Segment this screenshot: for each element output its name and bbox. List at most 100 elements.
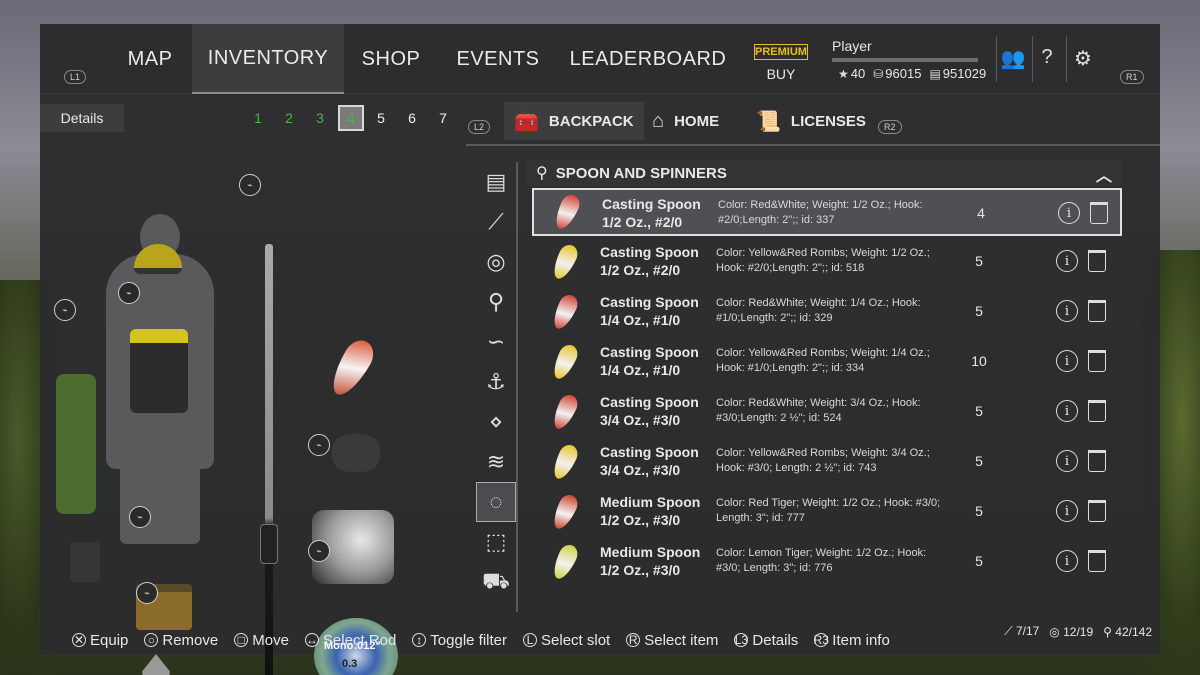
fishing-rod-item[interactable]: [265, 244, 273, 675]
rod-slot-3[interactable]: 3: [309, 106, 331, 130]
info-icon[interactable]: i: [1058, 202, 1080, 224]
hint-remove: ○ Remove: [144, 632, 218, 649]
item-description: Color: Yellow&Red Rombs; Weight: 1/2 Oz.…: [716, 247, 930, 274]
details-tab[interactable]: Details: [40, 104, 124, 132]
jacket-item[interactable]: [130, 329, 188, 413]
list-item[interactable]: Casting Spoon 1/2 Oz., #2/0 Color: Yellow…: [532, 238, 1122, 286]
hooks-category-icon[interactable]: ⚲: [476, 282, 516, 322]
lures-category-icon[interactable]: ⋄: [476, 402, 516, 442]
item-quantity: 10: [971, 353, 987, 369]
list-item[interactable]: Casting Spoon 1/4 Oz., #1/0 Color: Red&Wh…: [532, 288, 1122, 336]
soft-bait-category-icon[interactable]: ≋: [476, 442, 516, 482]
info-icon[interactable]: i: [1056, 450, 1078, 472]
list-item[interactable]: Casting Spoon 3/4 Oz., #3/0 Color: Red&Wh…: [532, 388, 1122, 436]
trash-icon[interactable]: [1088, 550, 1106, 572]
equipment-panel: Details 1 2 3 4 5 6 7 Mono .012" 0.3 187…: [40, 94, 464, 675]
spoon-category-icon[interactable]: ◌: [476, 482, 516, 522]
trash-icon[interactable]: [1088, 300, 1106, 322]
controller-button-icon: L: [523, 633, 538, 647]
item-name: Casting Spoon 1/2 Oz., #2/0: [600, 244, 699, 278]
rod-assembly-icon[interactable]: ⌁: [239, 174, 261, 196]
tab-inventory[interactable]: INVENTORY: [192, 24, 344, 94]
tab-home-label: HOME: [674, 112, 720, 130]
tab-map[interactable]: MAP: [112, 24, 188, 94]
trash-icon[interactable]: [1088, 400, 1106, 422]
buy-premium-button[interactable]: BUY: [754, 66, 808, 82]
hook-icon: ⚲: [536, 165, 548, 182]
info-icon[interactable]: i: [1056, 350, 1078, 372]
hint-label: Toggle filter: [430, 631, 508, 649]
tab-backpack[interactable]: 🧰 BACKPACK: [504, 102, 644, 140]
item-name: Casting Spoon 1/4 Oz., #1/0: [600, 294, 699, 328]
spoon-lure-icon: [551, 191, 583, 233]
hint-equip: ✕ Equip: [72, 632, 128, 649]
rod-slot-1[interactable]: 1: [247, 106, 269, 130]
equipped-spoon-lure[interactable]: [324, 335, 380, 401]
toolbox-icon: 🧰: [514, 110, 539, 133]
rod-assembly-icon[interactable]: ⌁: [54, 299, 76, 321]
list-item[interactable]: Casting Spoon 1/2 Oz., #2/0 Color: Red&Wh…: [532, 188, 1122, 236]
rod-assembly-icon[interactable]: ⌁: [136, 582, 158, 604]
item-description: Color: Red Tiger; Weight: 1/2 Oz.; Hook:…: [716, 497, 941, 524]
trash-icon[interactable]: [1088, 500, 1106, 522]
item-description: Color: Yellow&Red Rombs; Weight: 1/4 Oz.…: [716, 347, 930, 374]
rod-slot-4-selected[interactable]: 4: [338, 105, 364, 131]
friends-icon[interactable]: 👥: [1000, 46, 1026, 71]
boots-slot[interactable]: [70, 542, 100, 582]
spoon-lure-icon: [549, 491, 581, 533]
live-bait-category-icon[interactable]: ⚓: [476, 362, 516, 402]
info-icon[interactable]: i: [1056, 550, 1078, 572]
settings-gear-icon[interactable]: ⚙: [1070, 46, 1096, 71]
trash-icon[interactable]: [1090, 202, 1108, 224]
info-icon[interactable]: i: [1056, 250, 1078, 272]
trash-icon[interactable]: [1088, 250, 1106, 272]
list-item[interactable]: Medium Spoon 1/2 Oz., #3/0 Color: Lemon T…: [532, 538, 1122, 586]
tab-home[interactable]: ⌂ HOME: [652, 102, 719, 140]
list-item[interactable]: Casting Spoon 3/4 Oz., #3/0 Color: Yellow…: [532, 438, 1122, 486]
empty-bait-slot[interactable]: [332, 434, 380, 472]
box-category-icon[interactable]: ⬚: [476, 522, 516, 562]
home-icon: ⌂: [652, 109, 665, 132]
info-icon[interactable]: i: [1056, 400, 1078, 422]
list-item[interactable]: Casting Spoon 1/4 Oz., #1/0 Color: Yellow…: [532, 338, 1122, 386]
premium-badge[interactable]: PREMIUM: [754, 44, 808, 60]
tab-events[interactable]: EVENTS: [446, 24, 550, 94]
sinker-item[interactable]: [142, 654, 170, 675]
hint-toggle-filter: ↕ Toggle filter: [412, 632, 507, 649]
hint-label: Details: [752, 631, 799, 649]
category-header[interactable]: ⚲ SPOON AND SPINNERS ︿: [526, 160, 1122, 186]
rod-slot-5[interactable]: 5: [370, 106, 392, 130]
info-icon[interactable]: i: [1056, 300, 1078, 322]
tab-leaderboard[interactable]: LEADERBOARD: [568, 24, 728, 94]
tab-licenses-label: LICENSES: [790, 112, 866, 130]
tab-shop[interactable]: SHOP: [350, 24, 432, 94]
hint-label: Item info: [832, 631, 890, 649]
item-name: Casting Spoon 3/4 Oz., #3/0: [600, 444, 699, 478]
rod-slot-6[interactable]: 6: [401, 106, 423, 130]
controller-button-icon: R: [626, 633, 641, 647]
rod-case-item[interactable]: [56, 374, 96, 514]
tab-licenses[interactable]: 📜 LICENSES: [756, 102, 866, 140]
vehicle-category-icon[interactable]: ⛟: [476, 562, 516, 602]
line-category-icon[interactable]: ◎: [476, 242, 516, 282]
chevron-up-icon[interactable]: ︿: [1096, 162, 1112, 186]
gold-bills-icon: ▤: [929, 67, 941, 81]
trash-icon[interactable]: [1088, 350, 1106, 372]
rod-assembly-icon[interactable]: ⌁: [308, 434, 330, 456]
rods-category-icon[interactable]: ⟋: [476, 202, 516, 242]
help-icon[interactable]: ?: [1034, 46, 1060, 69]
rod-assembly-icon[interactable]: ⌁: [118, 282, 140, 304]
trash-icon[interactable]: [1088, 450, 1106, 472]
drawer-category-icon[interactable]: ▤: [476, 162, 516, 202]
item-name: Casting Spoon 1/2 Oz., #2/0: [602, 196, 701, 230]
item-description: Color: Red&White; Weight: 3/4 Oz.; Hook:…: [716, 397, 921, 424]
rod-slot-2[interactable]: 2: [278, 106, 300, 130]
player-stats: ★ 40 ⛁ 96015 ▤ 951029: [838, 66, 986, 81]
hint-select-slot: L Select slot: [523, 632, 610, 649]
rod-assembly-icon[interactable]: ⌁: [308, 540, 330, 562]
info-icon[interactable]: i: [1056, 500, 1078, 522]
worm-bait-category-icon[interactable]: ∽: [476, 322, 516, 362]
list-item[interactable]: Medium Spoon 1/2 Oz., #3/0 Color: Red Tig…: [532, 488, 1122, 536]
rod-slot-7[interactable]: 7: [432, 106, 454, 130]
rod-assembly-icon[interactable]: ⌁: [129, 506, 151, 528]
